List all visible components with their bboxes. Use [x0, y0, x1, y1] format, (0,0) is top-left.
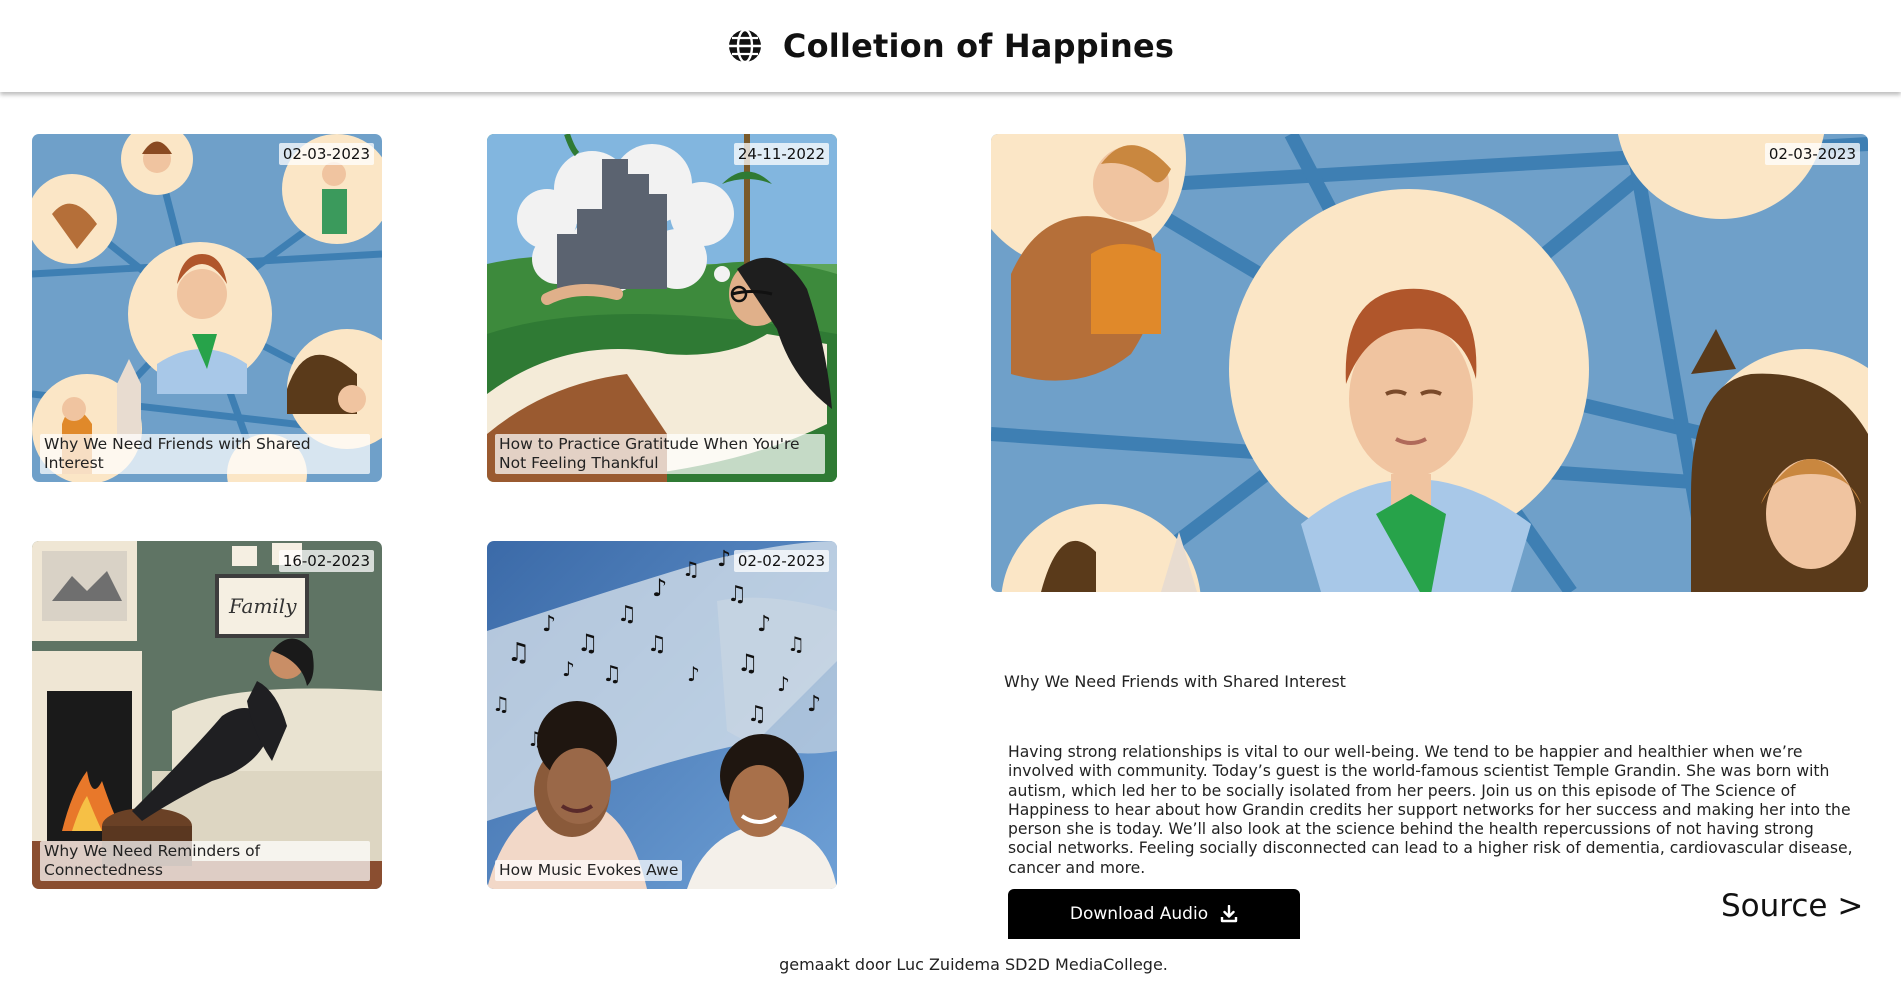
card-date: 02-03-2023: [278, 143, 374, 165]
svg-text:♫: ♫: [682, 557, 700, 581]
card-title: How Music Evokes Awe: [495, 860, 683, 881]
svg-text:♫: ♫: [492, 692, 510, 716]
card-image: ♫♪ ♫♫ ♪♫ ♪♪ ♫♫ ♫♫ ♪♫ ♪♫ ♫♪ ♫♪: [487, 541, 837, 889]
episode-card-music[interactable]: ♫ ♪ ♫ ♫ ♪ ♫ ♪ ♪ ♫ ♫ ♫ ♫ ♪ ♫ ♪ ♫ ♫ ♪ ♫ ♪ 02-02-2023…: [487, 541, 837, 889]
episode-card-gratitude[interactable]: 24-11-2022 How to Practice Gratitude Whe…: [487, 134, 837, 482]
svg-text:♫: ♫: [747, 702, 767, 727]
svg-text:♫: ♫: [602, 662, 622, 687]
source-link[interactable]: Source >: [1721, 888, 1863, 924]
svg-text:♪: ♪: [652, 574, 667, 602]
site-header: Colletion of Happines: [0, 0, 1901, 92]
hero-image: [991, 134, 1868, 592]
download-icon: [1220, 905, 1238, 923]
card-title: How to Practice Gratitude When You're No…: [495, 434, 825, 474]
card-title: Why We Need Friends with Shared Interest: [40, 434, 370, 474]
card-image: [487, 134, 837, 482]
svg-text:♫: ♫: [507, 638, 530, 668]
svg-text:♫: ♫: [727, 582, 747, 607]
detail-description: Having strong relationships is vital to …: [1008, 743, 1853, 877]
svg-text:♪: ♪: [777, 672, 790, 696]
svg-text:♪: ♪: [542, 612, 556, 637]
svg-text:♫: ♫: [577, 629, 599, 657]
svg-text:Family: Family: [228, 594, 297, 618]
card-image: [32, 134, 382, 482]
globe-icon: [728, 28, 761, 64]
detail-date: 02-03-2023: [1764, 143, 1860, 165]
page-title: Colletion of Happines: [782, 27, 1175, 65]
svg-text:♫: ♫: [647, 632, 667, 657]
svg-text:♪: ♪: [757, 612, 771, 637]
download-audio-button[interactable]: Download Audio: [1008, 889, 1300, 939]
card-title: Why We Need Reminders of Connectedness: [40, 841, 370, 881]
episode-card-friends[interactable]: 02-03-2023 Why We Need Friends with Shar…: [32, 134, 382, 482]
footer-credit: gemaakt door Luc Zuidema SD2D MediaColle…: [779, 955, 1168, 974]
svg-text:♫: ♫: [787, 632, 805, 656]
episode-card-connectedness[interactable]: Family 16-02-2023 Why We Need Reminders …: [32, 541, 382, 889]
card-date: 02-02-2023: [733, 550, 829, 572]
svg-text:♪: ♪: [717, 547, 731, 572]
detail-hero-image: 02-03-2023: [991, 134, 1868, 592]
download-button-label: Download Audio: [1069, 904, 1209, 924]
card-image: Family: [32, 541, 382, 889]
svg-text:♪: ♪: [562, 657, 575, 681]
svg-text:♫: ♫: [737, 649, 759, 677]
svg-text:♫: ♫: [617, 602, 637, 627]
svg-text:♪: ♪: [807, 692, 821, 717]
detail-title: Why We Need Friends with Shared Interest: [1004, 672, 1346, 691]
card-date: 16-02-2023: [278, 550, 374, 572]
card-date: 24-11-2022: [733, 143, 829, 165]
svg-text:♪: ♪: [687, 662, 700, 686]
